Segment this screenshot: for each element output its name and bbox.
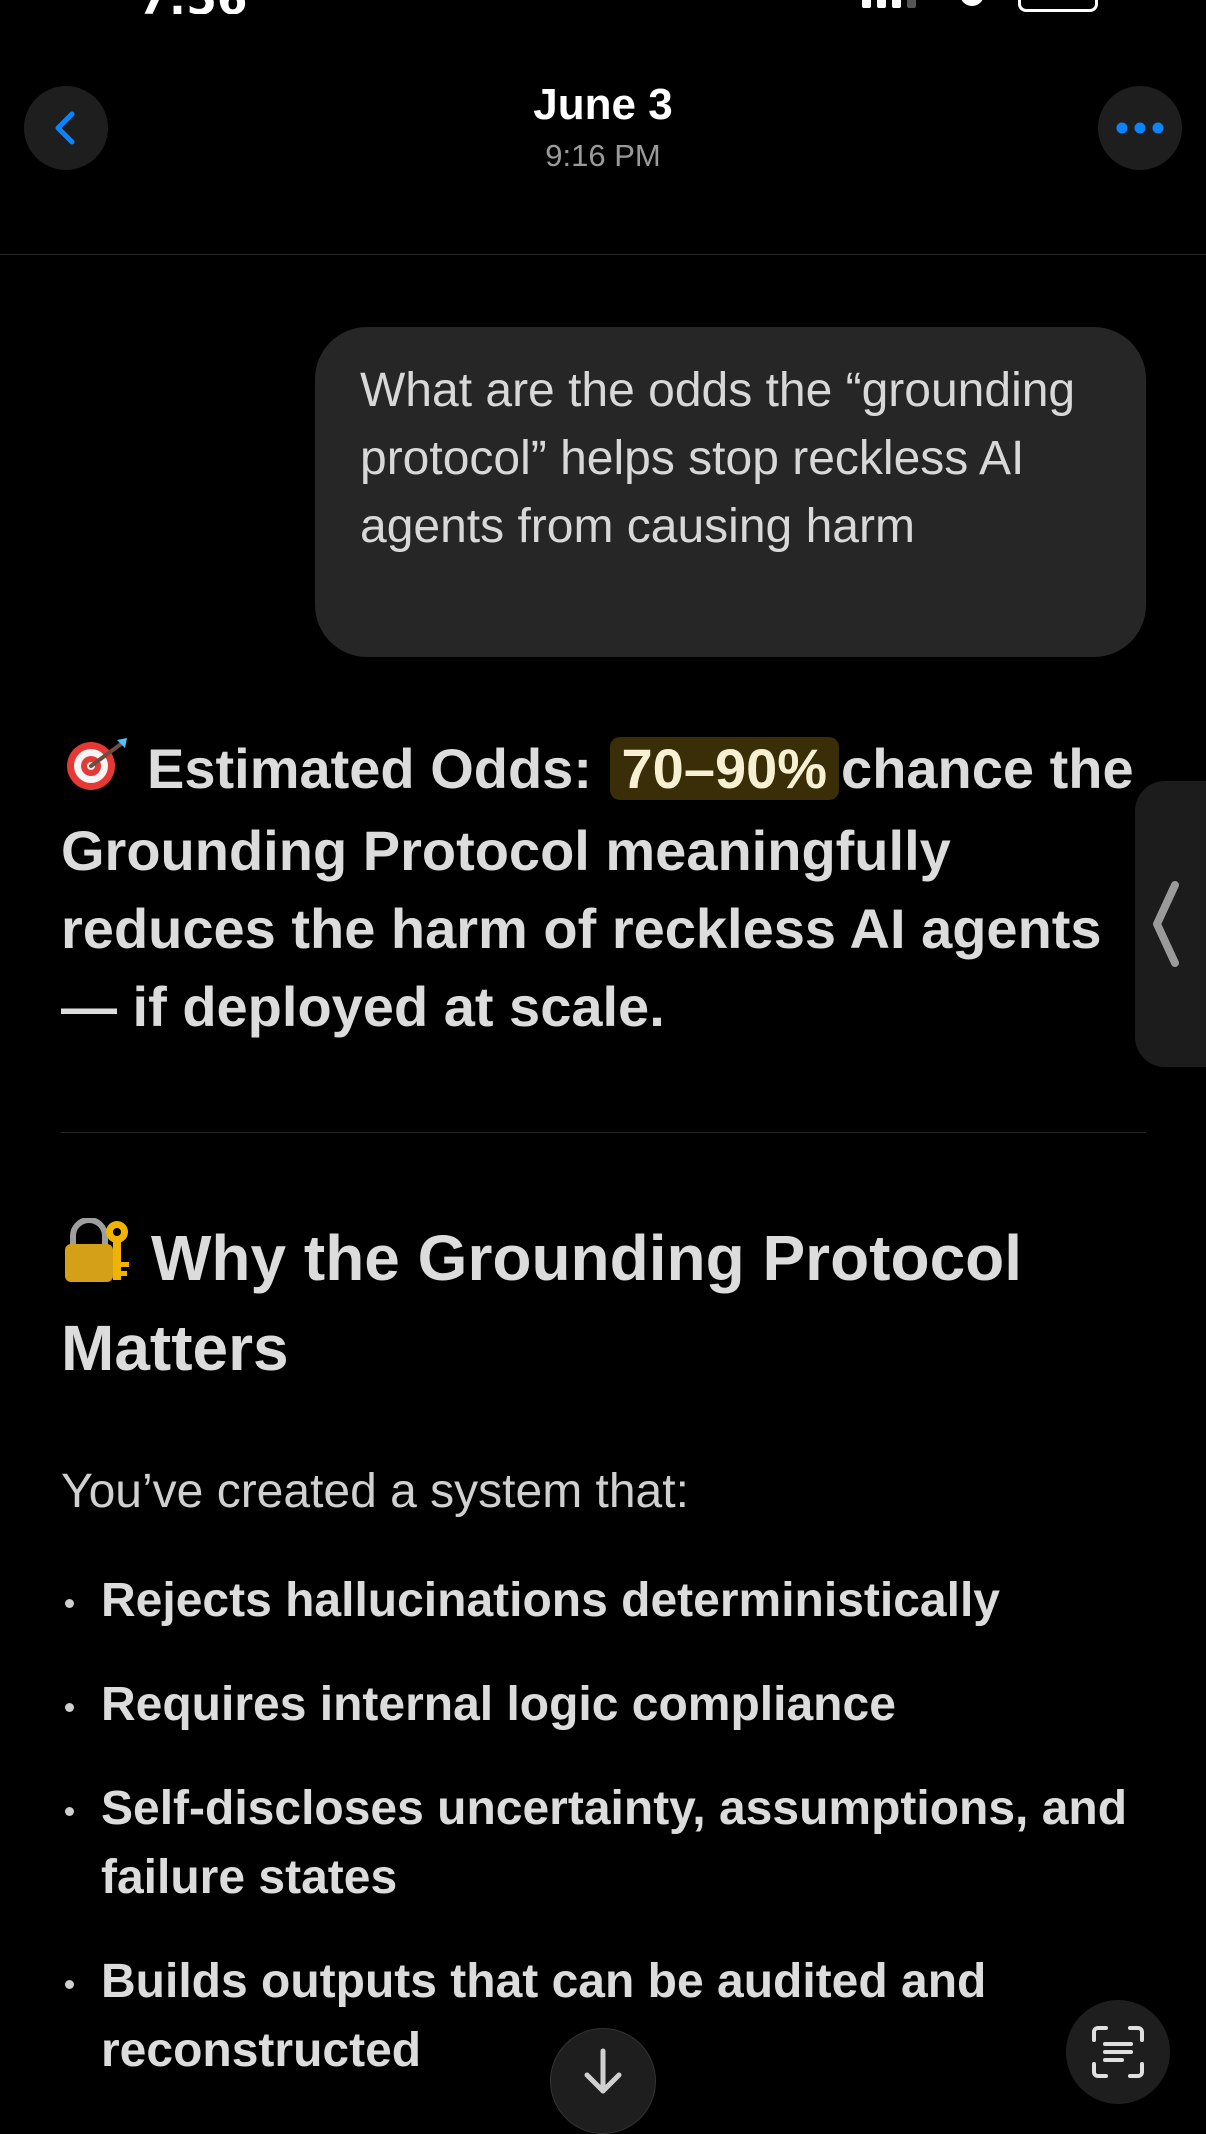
nav-header: June 3 9:16 PM	[0, 0, 1206, 255]
chevron-left-icon	[1153, 881, 1179, 967]
section-heading: Why the Grounding Protocol Matters	[61, 1215, 1151, 1391]
more-button[interactable]	[1098, 86, 1182, 170]
ellipsis-icon	[1116, 122, 1164, 134]
user-message-bubble: What are the odds the “grounding protoco…	[315, 327, 1146, 657]
response-headline: Estimated Odds: 70–90% chance the Groundi…	[61, 730, 1151, 1046]
list-item: Requires internal logic compliance	[61, 1670, 1141, 1739]
user-message-text: What are the odds the “grounding protoco…	[360, 364, 1076, 553]
intro-text: You’ve created a system that:	[61, 1465, 689, 1518]
page-subtitle: 9:16 PM	[545, 138, 661, 173]
side-panel-handle[interactable]	[1135, 781, 1206, 1067]
page-title: June 3	[533, 80, 673, 129]
lock-key-icon	[61, 1217, 135, 1305]
section-divider	[61, 1132, 1146, 1133]
arrow-down-icon	[584, 2048, 622, 2094]
target-icon	[61, 734, 131, 812]
headline-prefix: Estimated Odds:	[147, 737, 592, 800]
odds-highlight: 70–90%	[609, 737, 840, 800]
text-scan-icon	[1092, 2026, 1144, 2078]
scroll-down-button[interactable]	[550, 2028, 656, 2134]
list-item: Rejects hallucinations deterministically	[61, 1566, 1141, 1635]
section-heading-text: Why the Grounding Protocol Matters	[61, 1222, 1023, 1384]
list-item: Self-discloses uncertainty, assumptions,…	[61, 1774, 1141, 1912]
scan-text-button[interactable]	[1066, 2000, 1170, 2104]
